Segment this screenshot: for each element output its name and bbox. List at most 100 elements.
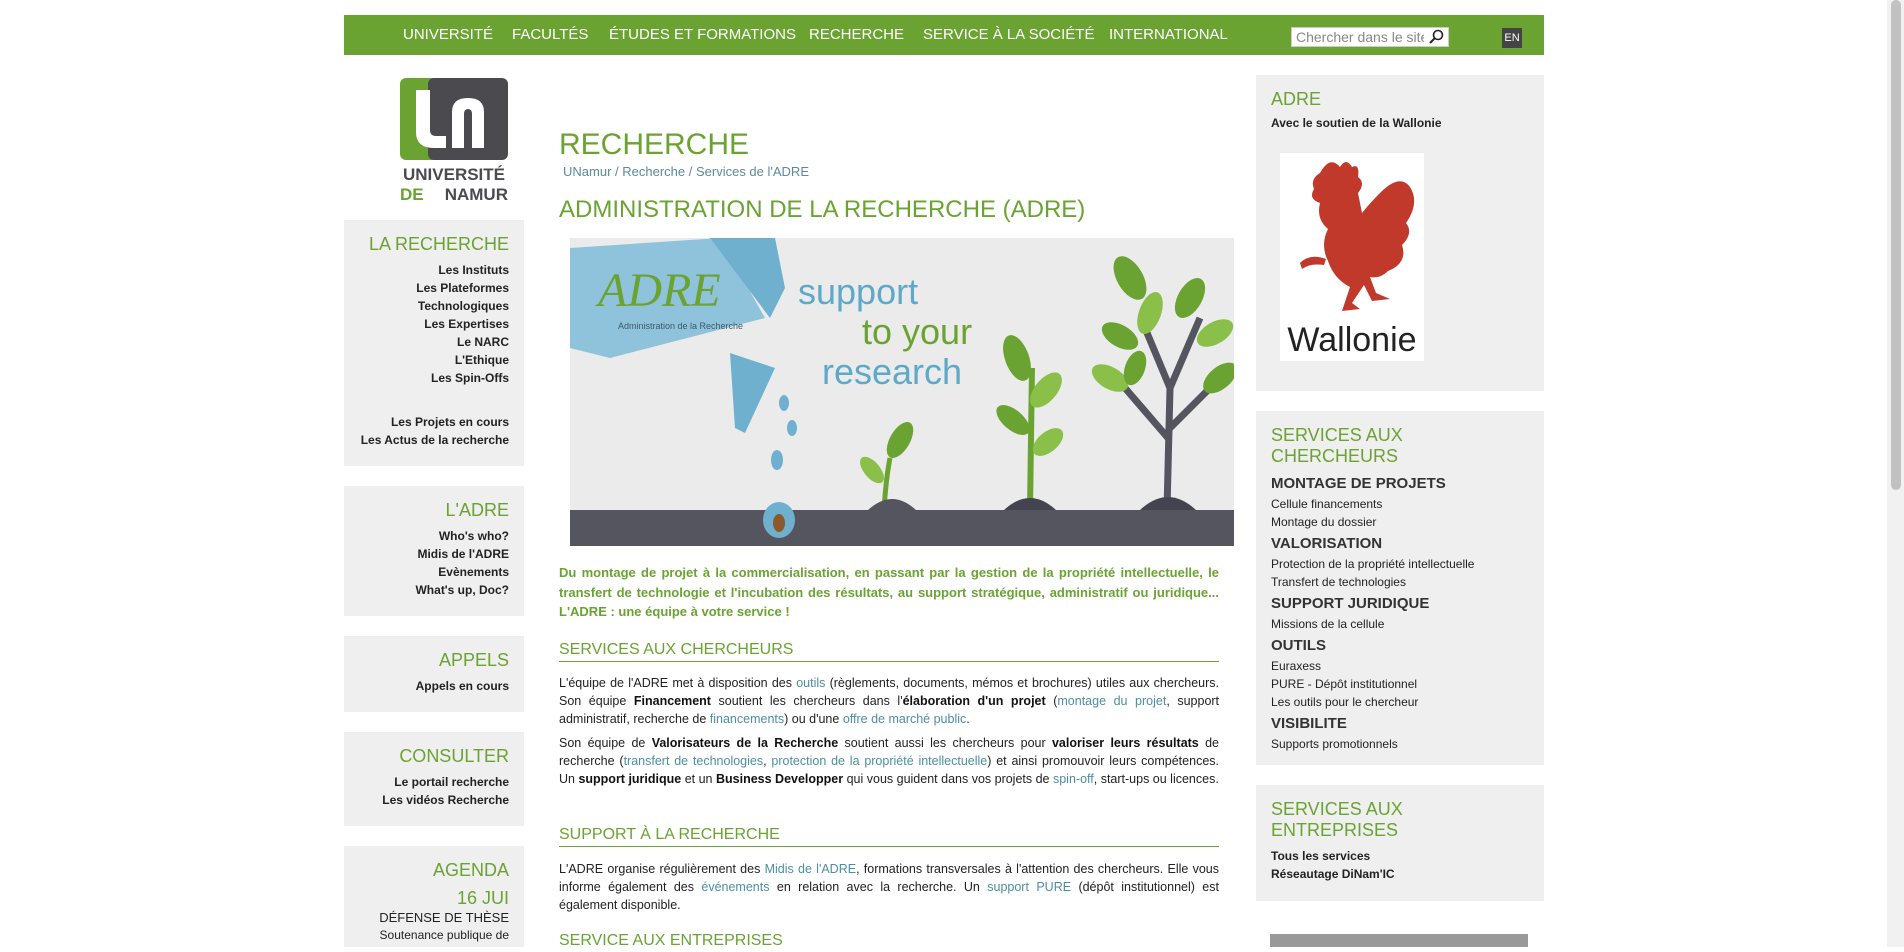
logo-line2a: DE (400, 185, 424, 204)
university-logo[interactable]: UNIVERSITÉ DE NAMUR (398, 76, 510, 206)
sidebar-subtitle: Avec le soutien de la Wallonie (1271, 116, 1442, 130)
sidebar-item-portail[interactable]: Le portail recherche (344, 773, 509, 791)
sidebar-title: SERVICES AUX ENTREPRISES (1271, 799, 1403, 840)
sidebar-consulter: CONSULTER Le portail recherche Les vidéo… (344, 732, 524, 826)
section-title-support-recherche: SUPPORT À LA RECHERCHE (559, 826, 1219, 847)
nav-international[interactable]: INTERNATIONAL (1109, 15, 1228, 55)
text: L'ADRE organise régulièrement des (559, 862, 765, 876)
nav-universite[interactable]: UNIVERSITÉ (403, 15, 493, 55)
language-switch-button[interactable]: EN (1502, 28, 1522, 48)
wallonie-logo[interactable]: Wallonie (1280, 153, 1424, 361)
sidebar-item-technologiques[interactable]: Technologiques (344, 297, 509, 315)
text: en relation avec la recherche. Un (769, 880, 988, 894)
nav-etudes-formations[interactable]: ÉTUDES ET FORMATIONS (609, 15, 796, 55)
sidebar-title: APPELS (438, 650, 509, 670)
sidebar-item-videos[interactable]: Les vidéos Recherche (344, 791, 509, 809)
sidebar-agenda: AGENDA 16 JUI DÉFENSE DE THÈSE Soutenanc… (344, 846, 524, 947)
bold-text: valoriser leurs résultats (1051, 736, 1199, 750)
link-supports-promotionnels[interactable]: Supports promotionnels (1271, 735, 1529, 753)
link-tous-services[interactable]: Tous les services (1271, 847, 1529, 865)
text: . (966, 712, 970, 726)
link-montage-projet[interactable]: montage du projet (1057, 694, 1166, 708)
agenda-event-link[interactable]: DÉFENSE DE THÈSE (344, 909, 509, 927)
hero-adre-logo: ADRE (595, 264, 721, 317)
sidebar-adre-wallonie: ADRE Avec le soutien de la Wallonie Wall… (1256, 75, 1544, 391)
link-outils[interactable]: outils (796, 676, 825, 690)
sidebar-image-thumbnail[interactable] (1270, 934, 1528, 947)
text: Son équipe de (559, 736, 652, 750)
text: , start-ups ou licences. (1093, 772, 1219, 786)
link-marche-public[interactable]: offre de marché public (843, 712, 966, 726)
nav-service-societe[interactable]: SERVICE À LA SOCIÉTÉ (923, 15, 1094, 55)
sidebar-services-chercheurs: SERVICES AUX CHERCHEURS MONTAGE DE PROJE… (1256, 411, 1544, 765)
link-cellule-financements[interactable]: Cellule financements (1271, 495, 1529, 513)
bold-text: Business Developper (715, 772, 844, 786)
paragraph-valorisation: Son équipe de Valorisateurs de la Recher… (559, 734, 1219, 788)
link-financements[interactable]: financements (710, 712, 784, 726)
breadcrumb: UNamur / Recherche / Services de l'ADRE (563, 164, 809, 179)
search-input[interactable] (1292, 28, 1428, 46)
breadcrumb-separator: / (685, 164, 696, 179)
link-spin-off[interactable]: spin-off (1053, 772, 1094, 786)
link-propriete-intellectuelle[interactable]: protection de la propriété intellectuell… (771, 754, 987, 768)
sidebar-item-midis[interactable]: Midis de l'ADRE (344, 545, 509, 563)
search-icon[interactable] (1428, 29, 1446, 45)
bold-text: Valorisateurs de la Recherche (651, 736, 839, 750)
category-visibilite: VISIBILITE (1271, 715, 1347, 732)
breadcrumb-item-recherche[interactable]: Recherche (622, 164, 685, 179)
section-title-service-entreprises: SERVICE AUX ENTREPRISES (559, 932, 783, 949)
sidebar-item-appels-en-cours[interactable]: Appels en cours (344, 677, 509, 695)
link-midis-adre[interactable]: Midis de l'ADRE (765, 862, 856, 876)
link-euraxess[interactable]: Euraxess (1271, 657, 1529, 675)
breadcrumb-item-home[interactable]: UNamur (563, 164, 611, 179)
hero-line3: research (822, 351, 962, 392)
sidebar-item-plateformes[interactable]: Les Plateformes (344, 279, 509, 297)
sidebar-item-projets[interactable]: Les Projets en cours (344, 413, 509, 431)
link-propriete-intellectuelle-side[interactable]: Protection de la propriété intellectuell… (1271, 555, 1529, 573)
text: soutient aussi les chercheurs pour (838, 736, 1052, 750)
paragraph-support-recherche: L'ADRE organise régulièrement des Midis … (559, 860, 1219, 914)
text: ) ou d'une (784, 712, 843, 726)
sidebar-la-recherche: LA RECHERCHE Les Instituts Les Plateform… (344, 220, 524, 466)
category-montage-projets: MONTAGE DE PROJETS (1271, 475, 1446, 492)
breadcrumb-item-current[interactable]: Services de l'ADRE (696, 164, 809, 179)
sidebar-item-actus[interactable]: Les Actus de la recherche (344, 431, 509, 449)
page-scrollbar[interactable] (1887, 0, 1904, 947)
page-title: ADMINISTRATION DE LA RECHERCHE (ADRE) (559, 196, 1086, 223)
sidebar-item-ethique[interactable]: L'Ethique (344, 351, 509, 369)
sidebar-item-spin-offs[interactable]: Les Spin-Offs (344, 369, 509, 387)
agenda-description: Soutenance publique de (379, 928, 509, 942)
link-evenements[interactable]: événements (701, 880, 769, 894)
breadcrumb-separator: / (611, 164, 623, 179)
link-montage-dossier[interactable]: Montage du dossier (1271, 513, 1529, 531)
link-outils-chercheur[interactable]: Les outils pour le chercheur (1271, 693, 1529, 711)
sidebar-item-instituts[interactable]: Les Instituts (344, 261, 509, 279)
section-heading: RECHERCHE (559, 128, 750, 161)
bold-text: Financement (633, 694, 711, 708)
sidebar-appels: APPELS Appels en cours (344, 636, 524, 712)
sidebar-item-evenements[interactable]: Evènements (344, 563, 509, 581)
sidebar-item-expertises[interactable]: Les Expertises (344, 315, 509, 333)
paragraph-services-chercheurs: L'équipe de l'ADRE met à disposition des… (559, 674, 1219, 728)
hero-adre-subtitle: Administration de la Recherche (618, 321, 743, 331)
intro-text: Du montage de projet à la commercialisat… (559, 565, 1219, 619)
link-transfert-technologies-side[interactable]: Transfert de technologies (1271, 573, 1529, 591)
sidebar-services-entreprises: SERVICES AUX ENTREPRISES Tous les servic… (1256, 785, 1544, 901)
sidebar-item-whos-who[interactable]: Who's who? (344, 527, 509, 545)
bold-text: support juridique (578, 772, 682, 786)
link-missions-cellule[interactable]: Missions de la cellule (1271, 615, 1529, 633)
link-support-pure[interactable]: support PURE (987, 880, 1071, 894)
nav-recherche[interactable]: RECHERCHE (809, 15, 904, 55)
scrollbar-thumb[interactable] (1891, 0, 1901, 490)
text: soutient les chercheurs dans l' (710, 694, 903, 708)
link-pure[interactable]: PURE - Dépôt institutionnel (1271, 675, 1529, 693)
sidebar-item-whats-up-doc[interactable]: What's up, Doc? (344, 581, 509, 599)
link-transfert-technologies[interactable]: transfert de technologies (624, 754, 764, 768)
text: L'équipe de l'ADRE met à disposition des (559, 676, 797, 690)
bold-text: élaboration d'un projet (902, 694, 1046, 708)
nav-facultes[interactable]: FACULTÉS (512, 15, 588, 55)
sidebar-item-narc[interactable]: Le NARC (344, 333, 509, 351)
sidebar-title: CONSULTER (399, 746, 509, 766)
link-reseautage-dinamic[interactable]: Réseautage DiNam'IC (1271, 865, 1529, 883)
sidebar-adre: L'ADRE Who's who? Midis de l'ADRE Evènem… (344, 486, 524, 616)
